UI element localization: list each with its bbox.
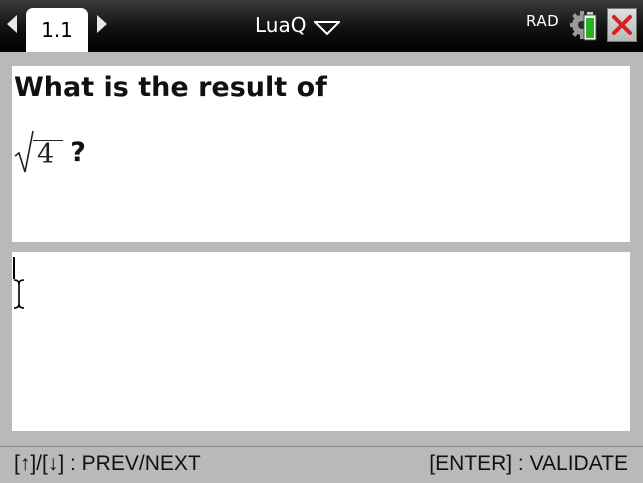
document-title-menu[interactable]: LuaQ bbox=[255, 11, 341, 39]
answer-panel[interactable] bbox=[12, 252, 630, 431]
question-mark: ? bbox=[70, 136, 86, 168]
square-root-icon bbox=[14, 130, 34, 173]
prev-page-icon[interactable] bbox=[6, 13, 18, 35]
answer-input[interactable] bbox=[12, 252, 630, 431]
tab-label: 1.1 bbox=[41, 18, 73, 42]
tab-page-1-1[interactable]: 1.1 bbox=[26, 8, 88, 52]
question-panel: What is the result of 4 ? bbox=[12, 66, 630, 242]
document-title: LuaQ bbox=[255, 13, 307, 37]
radicand: 4 bbox=[37, 138, 55, 170]
hint-bar: [↑]/[↓] : PREV/NEXT [ENTER] : VALIDATE bbox=[0, 446, 643, 483]
question-prompt: What is the result of bbox=[14, 72, 327, 103]
hint-validate: [ENTER] : VALIDATE bbox=[429, 452, 628, 475]
chevron-down-icon bbox=[314, 21, 341, 35]
next-page-icon[interactable] bbox=[96, 13, 108, 35]
hint-prev-next: [↑]/[↓] : PREV/NEXT bbox=[14, 452, 201, 475]
battery-icon[interactable] bbox=[570, 8, 604, 42]
close-button[interactable] bbox=[607, 8, 637, 42]
question-formula: 4 ? bbox=[14, 128, 86, 174]
angle-mode-indicator: RAD bbox=[526, 12, 560, 30]
close-icon bbox=[612, 15, 632, 35]
text-caret bbox=[13, 257, 15, 279]
ibeam-cursor-icon bbox=[13, 279, 25, 309]
main-area: What is the result of 4 ? bbox=[0, 52, 643, 446]
title-bar: 1.1 LuaQ RAD bbox=[0, 0, 643, 52]
